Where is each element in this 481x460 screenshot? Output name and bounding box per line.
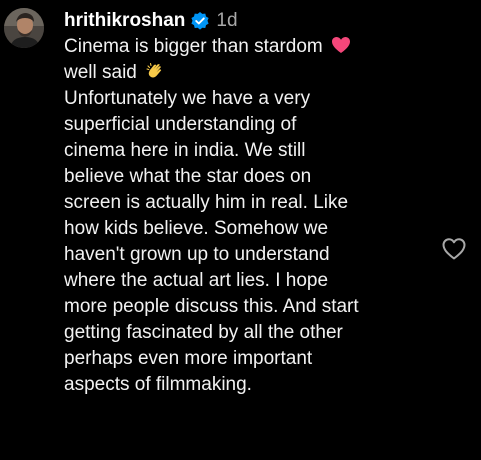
comment-line: cinema here in india. We still	[64, 140, 306, 161]
comment-line: superficial understanding of	[64, 114, 297, 135]
avatar[interactable]	[4, 8, 44, 48]
comment-line-text: well said	[64, 62, 137, 83]
username-link[interactable]: hrithikroshan	[64, 8, 185, 34]
like-button[interactable]	[441, 236, 467, 262]
comment-line: how kids believe. Somehow we	[64, 218, 329, 239]
comment-line: well said	[64, 60, 444, 86]
comment-line: haven't grown up to understand	[64, 244, 330, 265]
comment-line: where the actual art lies. I hope	[64, 270, 329, 291]
comment-text: Cinema is bigger than stardom well said …	[64, 34, 444, 398]
comment-line: getting fascinated by all the other	[64, 322, 343, 343]
comment-header: hrithikroshan 1d	[64, 8, 444, 34]
verified-badge-icon	[190, 11, 210, 31]
comment-line: aspects of filmmaking.	[64, 374, 252, 395]
comment-content: hrithikroshan 1d Cinema is bigger than s…	[64, 8, 444, 398]
comment-line: screen is actually him in real. Like	[64, 192, 349, 213]
heart-emoji-icon	[331, 35, 351, 55]
comment-line: perhaps even more important	[64, 348, 313, 369]
comment-line: believe what the star does on	[64, 166, 312, 187]
comment: hrithikroshan 1d Cinema is bigger than s…	[0, 0, 481, 460]
clapping-hands-emoji-icon	[145, 61, 165, 81]
comment-line: Unfortunately we have a very	[64, 88, 311, 109]
comment-line: more people discuss this. And start	[64, 296, 359, 317]
timestamp[interactable]: 1d	[216, 8, 237, 34]
comment-line: Cinema is bigger than stardom	[64, 34, 444, 60]
comment-line-text: Cinema is bigger than stardom	[64, 36, 323, 57]
heart-outline-icon	[442, 238, 466, 260]
